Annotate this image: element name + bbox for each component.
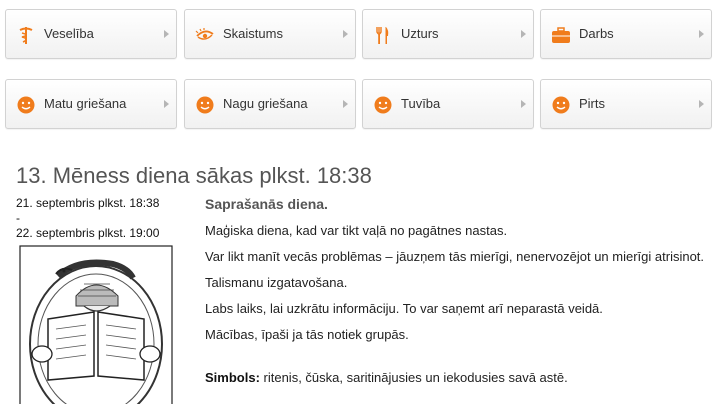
description-title: Saprašanās diena. — [205, 196, 328, 212]
chevron-right-icon — [521, 30, 526, 38]
smiley-icon — [17, 96, 35, 114]
symbol-label: Simbols: — [205, 370, 260, 385]
category-label: Pirts — [579, 96, 605, 111]
description-paragraph: Mācības, īpaši ja tās notiek grupās. — [205, 327, 409, 342]
symbol-line: Simbols: ritenis, čūska, saritinājusies … — [205, 369, 715, 386]
smiley-icon — [374, 96, 392, 114]
moon-day-date-range: 21. septembris plkst. 18:38 - 22. septem… — [16, 196, 159, 241]
category-uzturs-button[interactable]: Uzturs — [362, 9, 534, 59]
category-nagu-griesana-button[interactable]: Nagu griešana — [184, 79, 356, 129]
snake-and-book-illustration — [19, 245, 173, 404]
description-paragraph: Talismanu izgatavošana. — [205, 275, 348, 290]
caduceus-icon — [19, 27, 33, 44]
chevron-right-icon — [164, 100, 169, 108]
moon-day-start: 21. septembris plkst. 18:38 — [16, 196, 160, 210]
description-paragraph: Var likt manīt vecās problēmas – jāuzņem… — [205, 249, 705, 264]
category-veseliba-button[interactable]: Veselība — [5, 9, 177, 59]
moon-day-description: Saprašanās diena. Maģiska diena, kad var… — [205, 196, 715, 395]
category-tuviba-button[interactable]: Tuvība — [362, 79, 534, 129]
symbol-text: ritenis, čūska, saritinājusies un iekodu… — [259, 370, 568, 385]
category-label: Uzturs — [401, 26, 439, 41]
briefcase-icon — [552, 27, 570, 43]
category-label: Darbs — [579, 26, 614, 41]
category-label: Veselība — [44, 26, 94, 41]
chevron-right-icon — [164, 30, 169, 38]
category-skaistums-button[interactable]: Skaistums — [184, 9, 356, 59]
fork-knife-icon — [376, 27, 389, 44]
date-separator: - — [16, 211, 20, 225]
smiley-icon — [552, 96, 570, 114]
category-label: Tuvība — [401, 96, 441, 111]
category-label: Skaistums — [223, 26, 283, 41]
chevron-right-icon — [343, 30, 348, 38]
moon-day-end: 22. septembris plkst. 19:00 — [16, 226, 160, 240]
description-paragraph: Labs laiks, lai uzkrātu informāciju. To … — [205, 301, 603, 316]
category-label: Matu griešana — [44, 96, 127, 111]
category-pirts-button[interactable]: Pirts — [540, 79, 712, 129]
moon-day-heading: 13. Mēness diena sākas plkst. 18:38 — [16, 163, 372, 188]
description-paragraph: Maģiska diena, kad var tikt vaļā no pagā… — [205, 223, 508, 238]
category-matu-griesana-button[interactable]: Matu griešana — [5, 79, 177, 129]
category-label: Nagu griešana — [223, 96, 308, 111]
chevron-right-icon — [699, 30, 704, 38]
chevron-right-icon — [521, 100, 526, 108]
smiley-icon — [196, 96, 214, 114]
category-darbs-button[interactable]: Darbs — [540, 9, 712, 59]
chevron-right-icon — [699, 100, 704, 108]
eye-icon — [195, 28, 214, 40]
chevron-right-icon — [343, 100, 348, 108]
